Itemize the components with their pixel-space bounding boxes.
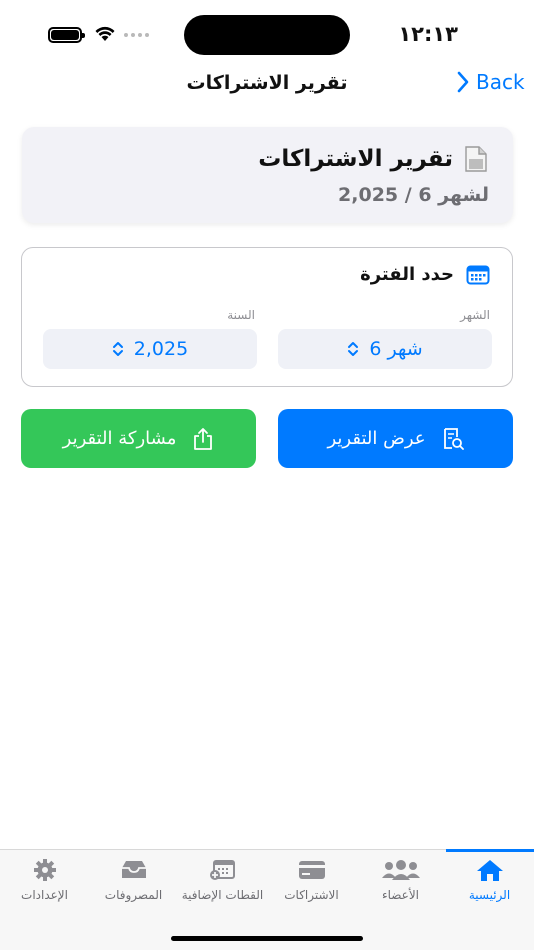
tab-expenses[interactable]: المصروفات <box>89 858 178 902</box>
back-button[interactable]: Back <box>456 70 525 94</box>
period-title: حدد الفترة <box>360 264 454 285</box>
month-picker[interactable]: شهر 6 <box>278 329 492 369</box>
members-icon <box>381 860 420 880</box>
tab-label: الاشتراكات <box>284 888 339 902</box>
document-icon <box>465 146 487 172</box>
tab-extra-installments[interactable]: القطات الإضافية <box>178 858 267 902</box>
home-icon <box>476 860 503 881</box>
report-header-card: تقرير الاشتراكات لشهر 6 / 2,025 <box>22 127 513 223</box>
tab-label: القطات الإضافية <box>181 888 264 902</box>
home-indicator <box>171 936 363 941</box>
dynamic-island <box>184 15 350 55</box>
active-tab-indicator <box>446 849 534 852</box>
chevron-right-icon <box>457 71 469 93</box>
report-subtitle: لشهر 6 / 2,025 <box>338 184 489 206</box>
tab-label: الرئيسية <box>468 888 511 902</box>
period-card: حدد الفترة الشهر السنة شهر 6 2,025 <box>21 247 513 387</box>
share-icon <box>194 427 213 450</box>
share-report-label: مشاركة التقرير <box>62 428 177 449</box>
card-icon <box>298 861 325 879</box>
chevron-up-down-icon <box>112 342 123 356</box>
report-search-icon <box>443 427 464 450</box>
year-label: السنة <box>227 308 255 322</box>
month-value: شهر 6 <box>369 338 423 360</box>
wifi-icon <box>95 26 115 41</box>
battery-icon <box>48 27 85 43</box>
tab-label: الأعضاء <box>381 888 420 902</box>
cellular-icon <box>124 33 149 37</box>
calendar-icon <box>466 265 490 284</box>
back-label: Back <box>476 70 525 94</box>
tab-label: الإعدادات <box>21 888 68 902</box>
view-report-button[interactable]: عرض التقرير <box>278 409 513 468</box>
year-picker[interactable]: 2,025 <box>43 329 257 369</box>
share-report-button[interactable]: مشاركة التقرير <box>21 409 256 468</box>
tray-icon <box>121 861 146 878</box>
calendar-add-icon <box>209 860 235 880</box>
view-report-label: عرض التقرير <box>327 428 426 449</box>
tab-label: المصروفات <box>104 888 163 902</box>
year-value: 2,025 <box>133 338 189 360</box>
status-bar: ١٢:١٣ <box>0 0 534 66</box>
tab-home[interactable]: الرئيسية <box>445 858 534 902</box>
tab-subscriptions[interactable]: الاشتراكات <box>267 858 356 902</box>
status-time: ١٢:١٣ <box>398 22 458 46</box>
report-title: تقرير الاشتراكات <box>258 146 453 172</box>
gear-icon <box>33 859 56 881</box>
tab-bar: الرئيسية الأعضاء الاشتراكات القطات الإضا <box>0 849 534 950</box>
month-label: الشهر <box>460 308 490 322</box>
navigation-bar: تقرير الاشتراكات <box>0 66 534 106</box>
tab-members[interactable]: الأعضاء <box>356 858 445 902</box>
tab-settings[interactable]: الإعدادات <box>0 858 89 902</box>
chevron-up-down-icon <box>348 342 359 356</box>
nav-title: تقرير الاشتراكات <box>186 72 348 94</box>
